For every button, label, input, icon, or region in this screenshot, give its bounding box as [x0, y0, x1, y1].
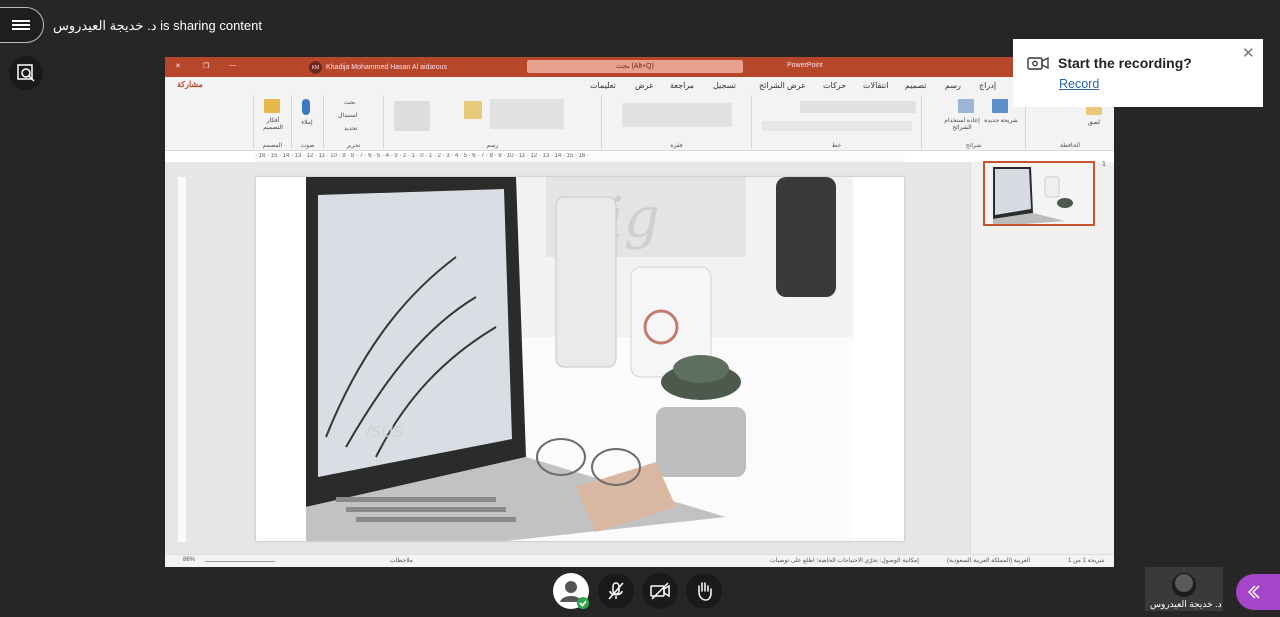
tab-draw[interactable]: رسم: [945, 81, 961, 90]
reuse-label: إعادة استخدام الشرائح: [944, 118, 980, 131]
slide-count: شريحة 1 من 1: [1068, 558, 1105, 564]
ribbon-tabs: مشاركة تعليمات عرض مراجعة تسجيل عرض الشر…: [165, 77, 1114, 93]
tab-review[interactable]: مراجعة: [670, 81, 694, 90]
group-font: خط: [751, 95, 921, 149]
group-label-drawing: رسم: [486, 143, 499, 149]
raise-hand-button[interactable]: [686, 573, 722, 609]
replace-button[interactable]: استبدال: [338, 112, 358, 119]
vertical-ruler: [178, 177, 186, 542]
hamburger-icon: [12, 18, 30, 32]
microphone-off-icon: [608, 582, 624, 600]
new-slide-label: شريحة جديدة: [984, 118, 1018, 124]
group-label-editing: تحرير: [346, 143, 361, 149]
account-name: Khadija Mohammed Hasan Al aidarous: [326, 64, 448, 71]
raise-hand-icon: [698, 582, 712, 601]
user-avatar-icon: [560, 581, 589, 609]
tab-transitions[interactable]: انتقالات: [863, 81, 888, 90]
arrange-icon[interactable]: [464, 101, 482, 119]
tab-help[interactable]: تعليمات: [590, 81, 616, 90]
ribbon: أفكار التصميم المصمم إملاء صوت بحث استبد…: [165, 93, 1114, 151]
app-name: PowerPoint: [787, 62, 823, 69]
thumbnail-number: 1: [1102, 161, 1106, 168]
powerpoint-title-bar: ✕ ❐ — KM Khadija Mohammed Hasan Al aidar…: [165, 57, 1114, 77]
zoom-slider[interactable]: [205, 561, 275, 562]
group-label-designer: المصمم: [262, 143, 283, 149]
camera-off-icon: [650, 582, 670, 600]
tab-insert[interactable]: إدراج: [979, 81, 996, 90]
find-button[interactable]: بحث: [344, 99, 355, 106]
font-name-box[interactable]: [800, 101, 916, 113]
group-label-slides: شرائح: [965, 143, 982, 149]
camera-record-icon: [1027, 56, 1049, 70]
language-status[interactable]: العربية (المملكة العربية السعودية): [947, 557, 1030, 564]
sharing-status-text: د. خديجة العيدروس is sharing content: [53, 18, 262, 33]
camera-toggle[interactable]: [642, 573, 678, 609]
group-drawing: رسم: [383, 95, 601, 149]
select-button[interactable]: تحديد: [344, 125, 358, 132]
new-slide-icon[interactable]: [992, 99, 1008, 113]
designer-icon[interactable]: [264, 99, 280, 113]
microphone-toggle[interactable]: [598, 573, 634, 609]
group-designer: أفكار التصميم المصمم: [253, 95, 291, 149]
accessibility-status[interactable]: إمكانية الوصول: تحرّي الاحتياجات الخاصة؛…: [770, 557, 919, 564]
close-window-icon[interactable]: ✕: [175, 62, 181, 70]
svg-text:/SUS: /SUS: [365, 424, 404, 441]
restore-icon[interactable]: ❐: [203, 62, 209, 70]
minimize-icon[interactable]: —: [229, 62, 236, 69]
group-slides: شريحة جديدة إعادة استخدام الشرائح شرائح: [921, 95, 1025, 149]
slide-photo[interactable]: ig /SUS: [306, 177, 853, 541]
open-panel-button[interactable]: [1236, 574, 1280, 610]
font-format-controls[interactable]: [762, 121, 912, 131]
tab-record[interactable]: تسجيل: [713, 81, 736, 90]
menu-button[interactable]: [0, 7, 44, 43]
recording-prompt-title: Start the recording?: [1058, 55, 1192, 71]
share-button[interactable]: مشاركة: [177, 80, 203, 89]
avatar: KM: [309, 61, 322, 74]
tab-slideshow[interactable]: عرض الشرائح: [759, 81, 806, 90]
designer-label: أفكار التصميم: [263, 118, 283, 131]
record-link[interactable]: Record: [1059, 77, 1099, 91]
my-status-button[interactable]: [553, 573, 589, 609]
group-paragraph: فقرة: [601, 95, 751, 149]
group-editing: بحث استبدال تحديد تحرير: [323, 95, 383, 149]
self-name-label: د. خديجة العيدروس: [1150, 599, 1222, 609]
close-icon[interactable]: ✕: [1242, 44, 1255, 62]
reuse-slides-icon[interactable]: [958, 99, 974, 113]
group-label-paragraph: فقرة: [670, 143, 683, 149]
tab-design[interactable]: تصميم: [905, 81, 927, 90]
status-bar: 86% ملاحظات إمكانية الوصول: تحرّي الاحتي…: [165, 554, 1114, 567]
shapes-gallery-icon[interactable]: [490, 99, 564, 129]
tab-animations[interactable]: حركات: [823, 81, 846, 90]
notes-button[interactable]: ملاحظات: [390, 557, 413, 564]
shape-styles-icon: [394, 101, 430, 131]
group-label-font: خط: [831, 143, 842, 149]
search-input[interactable]: بحث (Alt+Q): [527, 60, 743, 73]
group-label-clipboard: الحافظة: [1059, 143, 1081, 149]
microphone-icon[interactable]: [302, 99, 310, 115]
group-label-voice: صوت: [300, 143, 315, 149]
double-chevron-left-icon: [1247, 585, 1260, 599]
slide-thumbnail[interactable]: [983, 161, 1095, 226]
tab-view[interactable]: عرض: [635, 81, 654, 90]
recording-prompt: Start the recording? Record ✕: [1013, 39, 1263, 107]
shared-screen: ✕ ❐ — KM Khadija Mohammed Hasan Al aidar…: [165, 57, 1114, 567]
account-info[interactable]: KM Khadija Mohammed Hasan Al aidarous: [309, 61, 447, 74]
group-voice: إملاء صوت: [291, 95, 323, 149]
thumbnail-image: [985, 163, 1093, 224]
zoom-content-button[interactable]: [9, 56, 43, 90]
paste-label: لصق: [1087, 120, 1101, 126]
laptop-photo-image: ig /SUS: [306, 177, 853, 541]
zoom-level[interactable]: 86%: [183, 557, 195, 563]
paragraph-controls-icon[interactable]: [622, 103, 732, 127]
dictate-label: إملاء: [301, 120, 313, 126]
horizontal-ruler: · 16 · 15 · 14 · 13 · 12 · 11 · 10 · 9 ·…: [255, 153, 905, 162]
zoom-screen-icon: [17, 64, 35, 82]
